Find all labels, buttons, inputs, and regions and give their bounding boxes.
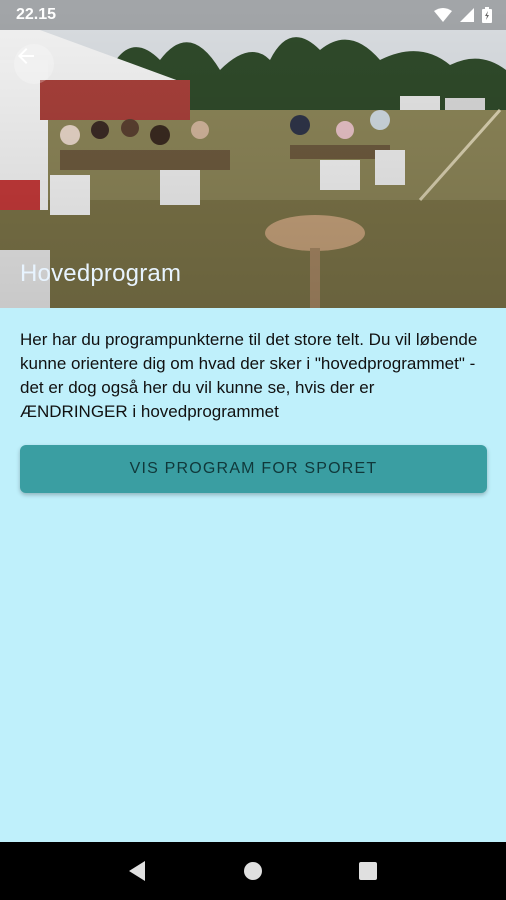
back-button[interactable]	[14, 44, 54, 84]
nav-recents-button[interactable]	[348, 851, 388, 891]
status-time: 22.15	[16, 6, 57, 23]
page-title: Hovedprogram	[20, 260, 182, 287]
recents-square-icon	[359, 862, 378, 880]
battery-icon	[482, 7, 492, 23]
home-circle-icon	[243, 862, 262, 880]
navigation-bar	[0, 842, 506, 900]
description-text: Her har du programpunkterne til det stor…	[20, 330, 478, 421]
signal-icon	[460, 8, 474, 22]
wifi-icon	[434, 8, 452, 22]
hero-image: Hovedprogram	[0, 0, 506, 308]
status-icons	[434, 7, 492, 23]
arrow-back-icon	[18, 48, 34, 64]
show-program-button[interactable]: VIS PROGRAM FOR SPORET	[20, 445, 487, 493]
main-content: Her har du programpunkterne til det stor…	[20, 328, 487, 493]
status-bar: 22.15	[0, 0, 506, 30]
nav-home-button[interactable]	[233, 851, 273, 891]
nav-back-button[interactable]	[118, 851, 158, 891]
back-triangle-icon	[128, 861, 145, 881]
